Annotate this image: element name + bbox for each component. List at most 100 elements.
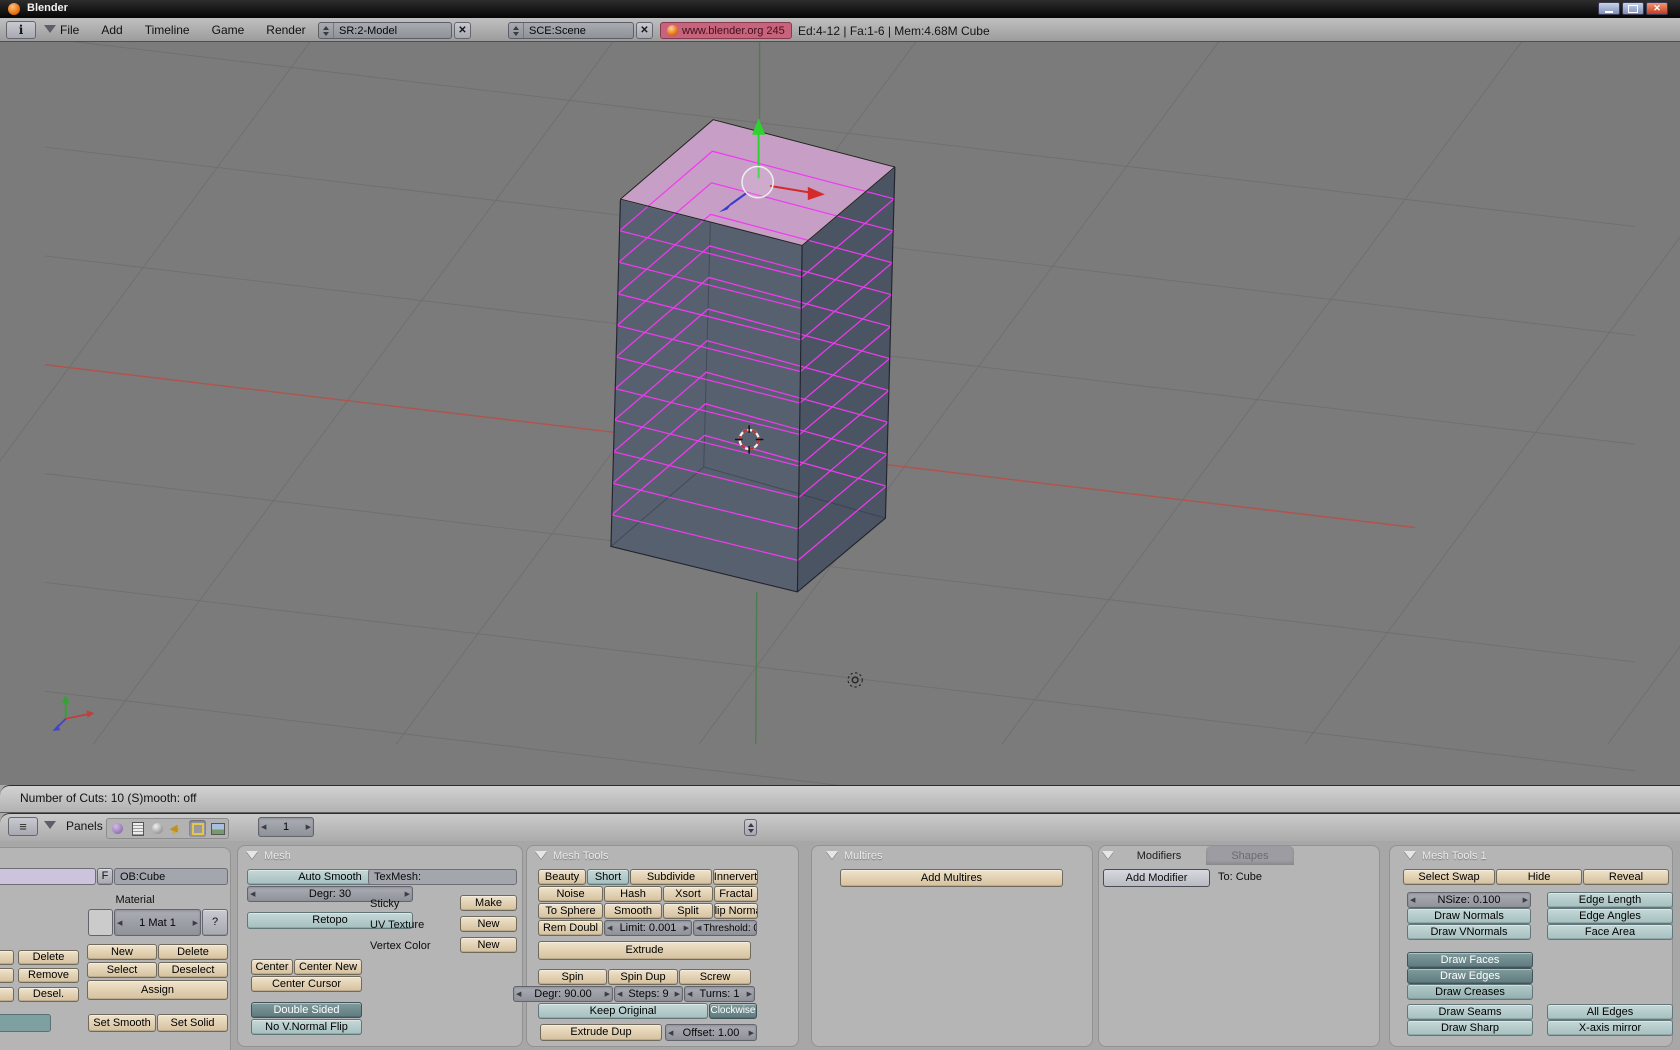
3d-viewport[interactable]: (1) Cube (0, 42, 1680, 785)
material-help-button[interactable]: ? (202, 909, 228, 936)
edge-length-toggle[interactable]: Edge Length (1547, 892, 1673, 908)
draw-faces-toggle[interactable]: Draw Faces (1407, 952, 1533, 968)
clockwise-toggle[interactable]: Clockwise (709, 1003, 757, 1019)
center-button[interactable]: Center (251, 959, 293, 975)
spin-button[interactable]: Spin (538, 969, 607, 985)
sticky-make-button[interactable]: Make (460, 895, 517, 911)
screen-delete-button[interactable] (454, 22, 471, 39)
vertex-group-field[interactable] (0, 868, 96, 885)
close-button[interactable] (1646, 2, 1668, 15)
spin-degr-stepper[interactable]: Degr: 90.00 (513, 986, 613, 1002)
panel-align-stepper[interactable] (744, 819, 757, 836)
window-type-button[interactable] (6, 21, 36, 39)
clipped-teal-field[interactable] (0, 1014, 51, 1032)
frame-stepper[interactable]: 1 (258, 817, 314, 837)
split-button[interactable]: Split (663, 903, 713, 919)
draw-edges-toggle[interactable]: Draw Edges (1407, 968, 1533, 984)
vgroup-desel-button[interactable]: Desel. (18, 987, 79, 1002)
add-multires-button[interactable]: Add Multires (840, 869, 1063, 887)
xsort-button[interactable]: Xsort (663, 886, 713, 902)
hide-button[interactable]: Hide (1496, 869, 1582, 885)
draw-sharp-toggle[interactable]: Draw Sharp (1407, 1020, 1533, 1036)
no-vnormal-flip-toggle[interactable]: No V.Normal Flip (251, 1019, 362, 1035)
tab-shapes[interactable]: Shapes (1206, 846, 1294, 865)
flip-normal-button[interactable]: Flip Normal (714, 903, 758, 919)
turns-stepper[interactable]: Turns: 1 (684, 986, 755, 1002)
steps-stepper[interactable]: Steps: 9 (614, 986, 683, 1002)
material-new-button[interactable]: New (87, 944, 157, 960)
collapse-triangle-icon[interactable] (246, 851, 258, 859)
collapse-triangle-icon[interactable] (535, 851, 547, 859)
menu-file[interactable]: File (58, 23, 81, 37)
lamp-object[interactable] (848, 673, 862, 687)
blender-version-badge[interactable]: www.blender.org 245 (660, 22, 792, 39)
rem-doubles-button[interactable]: Rem Doubl (538, 920, 603, 936)
uv-texture-new-button[interactable]: New (460, 916, 517, 932)
screen-selector[interactable]: SR:2-Model (318, 22, 452, 39)
stepper-icon[interactable] (509, 23, 524, 38)
vgroup-delete-button[interactable]: Delete (18, 950, 79, 965)
texmesh-field[interactable]: TexMesh: (368, 869, 517, 885)
offset-stepper[interactable]: Offset: 1.00 (665, 1024, 757, 1041)
fake-user-button[interactable]: F (97, 868, 113, 885)
collapse-triangle-icon[interactable] (826, 851, 838, 859)
double-sided-toggle[interactable]: Double Sided (251, 1002, 362, 1018)
manipulator-circle[interactable] (742, 166, 773, 197)
material-delete-button[interactable]: Delete (158, 944, 228, 960)
draw-creases-toggle[interactable]: Draw Creases (1407, 984, 1533, 1000)
clipped-button[interactable] (0, 987, 14, 1002)
maximize-button[interactable] (1622, 2, 1644, 15)
extrude-button[interactable]: Extrude (538, 941, 751, 960)
material-select-button[interactable]: Select (87, 962, 157, 978)
editing-icon[interactable] (189, 820, 206, 837)
keep-original-toggle[interactable]: Keep Original (538, 1003, 708, 1019)
hash-button[interactable]: Hash (604, 886, 662, 902)
tab-modifiers[interactable]: Modifiers (1113, 846, 1205, 865)
menu-game[interactable]: Game (210, 23, 247, 37)
vgroup-remove-button[interactable]: Remove (18, 968, 79, 983)
draw-normals-toggle[interactable]: Draw Normals (1407, 908, 1531, 924)
x-axis-mirror-toggle[interactable]: X-axis mirror (1547, 1020, 1673, 1036)
script-icon[interactable] (129, 820, 146, 837)
smooth-button[interactable]: Smooth (604, 903, 662, 919)
material-color-swatch[interactable] (88, 909, 113, 936)
material-index-stepper[interactable]: 1 Mat 1 (114, 909, 201, 936)
scene-delete-button[interactable] (636, 22, 653, 39)
short-toggle[interactable]: Short (587, 869, 629, 885)
material-assign-button[interactable]: Assign (87, 980, 228, 1000)
center-cursor-button[interactable]: Center Cursor (251, 976, 362, 992)
reveal-button[interactable]: Reveal (1583, 869, 1669, 885)
clipped-button[interactable] (0, 968, 14, 983)
menu-timeline[interactable]: Timeline (143, 23, 192, 37)
collapse-triangle-icon[interactable] (1404, 851, 1416, 859)
spin-dup-button[interactable]: Spin Dup (608, 969, 678, 985)
noise-button[interactable]: Noise (538, 886, 603, 902)
fractal-button[interactable]: Fractal (714, 886, 758, 902)
face-area-toggle[interactable]: Face Area (1547, 924, 1673, 940)
limit-stepper[interactable]: Limit: 0.001 (604, 920, 692, 936)
menu-add[interactable]: Add (99, 23, 124, 37)
all-edges-toggle[interactable]: All Edges (1547, 1004, 1673, 1020)
edge-angles-toggle[interactable]: Edge Angles (1547, 908, 1673, 924)
header-collapse-icon[interactable] (44, 821, 56, 829)
vertex-color-new-button[interactable]: New (460, 937, 517, 953)
to-sphere-button[interactable]: To Sphere (538, 903, 603, 919)
innervert-menu[interactable]: Innervert (713, 869, 758, 885)
menu-render[interactable]: Render (264, 23, 307, 37)
extrude-dup-button[interactable]: Extrude Dup (540, 1024, 662, 1041)
screw-button[interactable]: Screw (679, 969, 751, 985)
minimize-button[interactable] (1598, 2, 1620, 15)
set-solid-button[interactable]: Set Solid (157, 1014, 228, 1032)
draw-vnormals-toggle[interactable]: Draw VNormals (1407, 924, 1531, 940)
scene-icon[interactable] (209, 820, 226, 837)
threshold-stepper[interactable]: Threshold: 0.010 (693, 920, 757, 936)
shading-icon[interactable] (149, 820, 166, 837)
clipped-button[interactable] (0, 950, 14, 965)
beauty-toggle[interactable]: Beauty (538, 869, 586, 885)
material-deselect-button[interactable]: Deselect (158, 962, 228, 978)
set-smooth-button[interactable]: Set Smooth (88, 1014, 156, 1032)
add-modifier-button[interactable]: Add Modifier (1103, 869, 1210, 887)
object-name-field[interactable]: OB:Cube (114, 868, 228, 885)
nsize-stepper[interactable]: NSize: 0.100 (1407, 892, 1531, 908)
draw-seams-toggle[interactable]: Draw Seams (1407, 1004, 1533, 1020)
